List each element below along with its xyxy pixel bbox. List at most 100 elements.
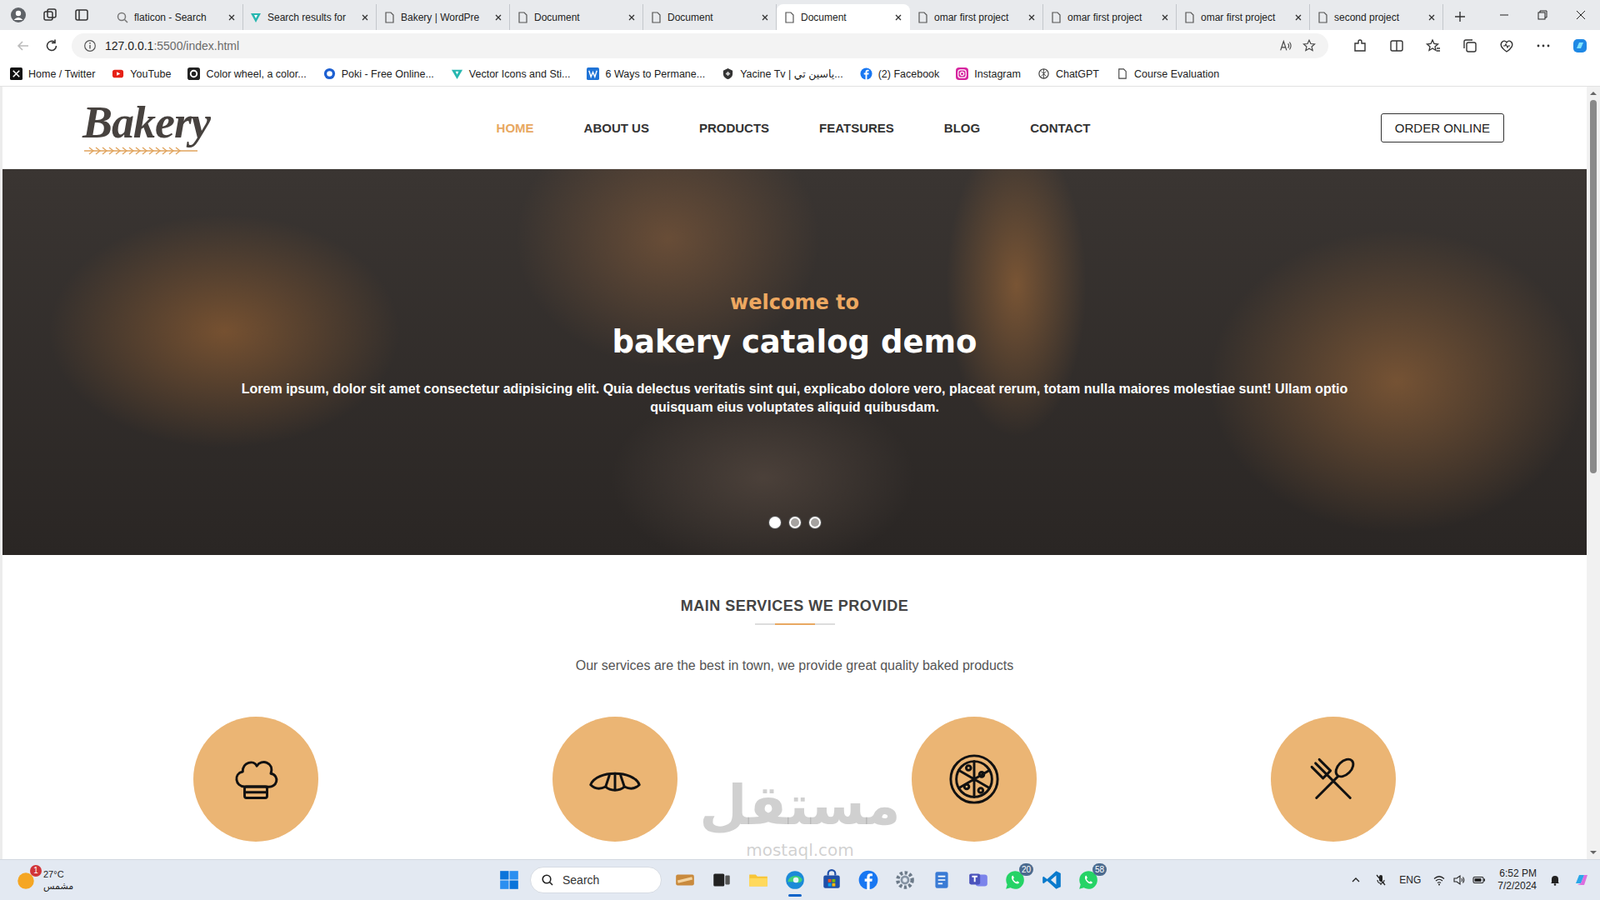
close-window-icon[interactable] bbox=[1561, 0, 1600, 30]
quick-settings[interactable] bbox=[1432, 873, 1486, 887]
bookmark[interactable]: Color wheel, a color... bbox=[187, 67, 306, 80]
slider-dot[interactable] bbox=[769, 516, 781, 529]
browser-tab[interactable]: omar first project bbox=[1043, 4, 1177, 30]
notification-bell-icon[interactable] bbox=[1548, 873, 1562, 887]
page-scrollbar[interactable] bbox=[1586, 86, 1600, 860]
bookmark[interactable]: ChatGPT bbox=[1037, 67, 1100, 80]
tab-actions-icon[interactable] bbox=[73, 6, 90, 24]
bookmark[interactable]: Home / Twitter bbox=[10, 67, 95, 80]
close-icon[interactable] bbox=[626, 12, 637, 23]
bookmark[interactable]: Course Evaluation bbox=[1115, 67, 1220, 80]
tab-label: Document bbox=[534, 11, 622, 24]
back-arrow-icon[interactable] bbox=[15, 37, 32, 55]
language-indicator[interactable]: ENG bbox=[1399, 874, 1421, 886]
service-card[interactable] bbox=[193, 716, 319, 842]
close-icon[interactable] bbox=[893, 12, 904, 23]
profile-icon[interactable] bbox=[10, 6, 27, 24]
scroll-up-icon[interactable] bbox=[1586, 86, 1600, 100]
taskbar-app[interactable] bbox=[818, 861, 845, 899]
taskbar-app[interactable]: 58 bbox=[1075, 861, 1102, 899]
bookmark[interactable]: 6 Ways to Permane... bbox=[586, 67, 705, 80]
taskbar-app[interactable] bbox=[781, 861, 809, 899]
service-card[interactable] bbox=[552, 716, 678, 842]
close-icon[interactable] bbox=[1293, 12, 1304, 23]
more-icon[interactable] bbox=[1535, 37, 1552, 55]
refresh-icon[interactable] bbox=[43, 37, 60, 55]
logo[interactable]: Bakery bbox=[82, 100, 225, 155]
browser-tab[interactable]: Document bbox=[643, 4, 777, 30]
taskbar-app[interactable] bbox=[891, 861, 919, 899]
slider-dot[interactable] bbox=[809, 516, 821, 529]
nav-link[interactable]: FEATSURES bbox=[819, 120, 895, 135]
scroll-down-icon[interactable] bbox=[1586, 845, 1600, 860]
order-online-button[interactable]: ORDER ONLINE bbox=[1380, 113, 1505, 143]
taskbar-app[interactable] bbox=[855, 861, 882, 899]
widgets-icon bbox=[674, 869, 696, 891]
chevron-up-icon[interactable] bbox=[1349, 873, 1363, 887]
mic-muted-icon[interactable] bbox=[1374, 873, 1388, 887]
browser-tab[interactable]: Bakery | WordPre bbox=[376, 4, 510, 30]
browser-tab[interactable]: Document bbox=[510, 4, 644, 30]
windows-start-icon[interactable] bbox=[498, 869, 520, 891]
favorite-star-icon[interactable] bbox=[1301, 38, 1317, 54]
nav-link[interactable]: HOME bbox=[496, 120, 535, 135]
nav-link[interactable]: BLOG bbox=[944, 120, 980, 135]
browser-essentials-icon[interactable] bbox=[1498, 37, 1515, 55]
nav-link[interactable]: CONTACT bbox=[1030, 120, 1090, 135]
hero-text: Lorem ipsum, dolor sit amet consectetur … bbox=[240, 380, 1350, 417]
scroll-thumb[interactable] bbox=[1590, 100, 1597, 474]
app-indicator bbox=[829, 894, 835, 897]
browser-tab[interactable]: omar first project bbox=[910, 4, 1044, 30]
copilot-icon[interactable] bbox=[1571, 37, 1589, 55]
taskbar-app[interactable] bbox=[1038, 861, 1065, 899]
nav-link[interactable]: PRODUCTS bbox=[699, 120, 770, 135]
taskbar-app[interactable]: 20 bbox=[1001, 861, 1029, 899]
close-icon[interactable] bbox=[1026, 12, 1037, 23]
bookmark[interactable]: Instagram bbox=[955, 67, 1021, 80]
favorites-icon[interactable] bbox=[1425, 37, 1442, 55]
info-icon[interactable] bbox=[83, 39, 97, 53]
close-icon[interactable] bbox=[1160, 12, 1170, 23]
taskbar-app[interactable] bbox=[965, 861, 992, 899]
close-icon[interactable] bbox=[226, 12, 237, 23]
wifi-icon bbox=[1432, 873, 1446, 887]
address-bar[interactable]: 127.0.0.1:5500/index.html bbox=[71, 33, 1329, 59]
close-icon[interactable] bbox=[360, 12, 370, 23]
browser-tab[interactable]: flaticon - Search bbox=[110, 4, 244, 30]
logo-text: Bakery bbox=[82, 100, 210, 145]
browser-tab[interactable]: Search results for bbox=[243, 4, 377, 30]
close-icon[interactable] bbox=[493, 12, 504, 23]
taskbar-app[interactable] bbox=[708, 861, 735, 899]
workspaces-icon[interactable] bbox=[41, 6, 59, 24]
taskbar-app[interactable] bbox=[928, 861, 955, 899]
new-tab-icon[interactable] bbox=[1453, 10, 1467, 24]
close-icon[interactable] bbox=[1426, 12, 1437, 23]
bookmark[interactable]: Vector Icons and Sti... bbox=[450, 67, 571, 80]
browser-tab[interactable]: Document bbox=[776, 4, 910, 30]
bookmark[interactable]: Yacine Tv | ياسين تي... bbox=[721, 67, 843, 80]
bookmark[interactable]: YouTube bbox=[111, 67, 171, 80]
browser-tab[interactable]: second project bbox=[1310, 4, 1444, 30]
nav-link[interactable]: ABOUT US bbox=[584, 120, 650, 135]
screen: flaticon - SearchSearch results for Baker… bbox=[0, 0, 1600, 900]
service-card[interactable] bbox=[1270, 716, 1396, 842]
collections-icon[interactable] bbox=[1461, 37, 1479, 55]
bookmark[interactable]: Poki - Free Online... bbox=[323, 67, 435, 80]
read-aloud-icon[interactable] bbox=[1278, 38, 1294, 54]
minimize-icon[interactable] bbox=[1485, 0, 1524, 30]
extensions-icon[interactable] bbox=[1351, 37, 1369, 55]
restore-icon[interactable] bbox=[1523, 0, 1562, 30]
slider-dot[interactable] bbox=[789, 516, 801, 529]
browser-tab[interactable]: omar first project bbox=[1176, 4, 1310, 30]
tab-label: Bakery | WordPre bbox=[400, 11, 489, 24]
service-card[interactable] bbox=[911, 716, 1037, 842]
taskbar-search[interactable]: Search bbox=[530, 866, 662, 894]
close-icon[interactable] bbox=[760, 12, 770, 23]
clock[interactable]: 6:52 PM7/2/2024 bbox=[1497, 867, 1537, 893]
copilot-icon[interactable] bbox=[1573, 871, 1590, 889]
split-screen-icon[interactable] bbox=[1388, 37, 1405, 55]
taskbar-app[interactable] bbox=[671, 861, 699, 899]
weather-widget[interactable]: 127°Cمشمس bbox=[0, 868, 499, 892]
taskbar-app[interactable] bbox=[745, 861, 772, 899]
bookmark[interactable]: (2) Facebook bbox=[860, 67, 940, 80]
